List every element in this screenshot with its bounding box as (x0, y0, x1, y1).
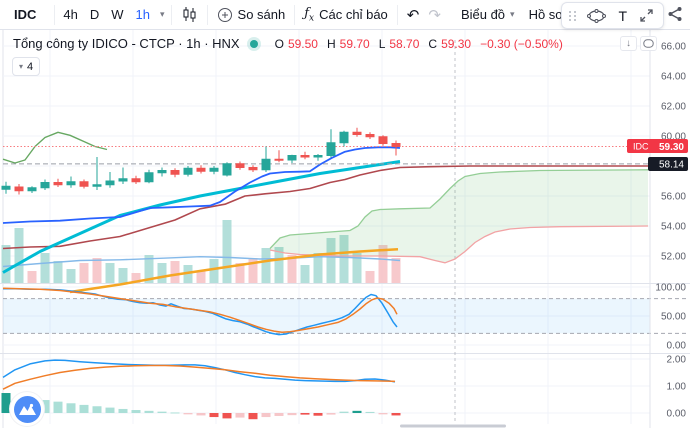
svg-text:66.00: 66.00 (661, 42, 686, 53)
indicators-button[interactable]: ƒx Các chỉ báo (297, 0, 395, 29)
chart-menu-label: Biểu đồ (460, 7, 506, 22)
floating-draw-toolbar: T (561, 2, 664, 29)
share-button[interactable] (661, 5, 689, 26)
text-tool-button[interactable]: T (616, 3, 629, 28)
arrow-down-icon: ↓ (626, 38, 631, 49)
svg-text:54.00: 54.00 (661, 222, 686, 233)
svg-text:62.00: 62.00 (661, 102, 686, 113)
indicators-collapse-chip[interactable]: ▾ 4 (12, 57, 41, 76)
svg-text:50.00: 50.00 (661, 312, 686, 323)
svg-text:IDC: IDC (633, 142, 649, 152)
broker-logo (10, 392, 44, 426)
axis-mini-buttons: ↓ (620, 36, 657, 51)
timeframe-4h[interactable]: 4h (57, 0, 83, 29)
compare-label: So sánh (237, 7, 286, 22)
svg-text:52.00: 52.00 (661, 252, 686, 263)
mountain-logo-icon (13, 395, 41, 423)
open-value: 59.50 (287, 36, 318, 51)
chart-menu-button[interactable]: Biểu đồ ▾ (454, 0, 522, 29)
high-value: 59.70 (339, 36, 370, 51)
chevron-down-icon: ▾ (160, 9, 165, 19)
h-scrollbar[interactable] (400, 424, 506, 428)
timeframe-menu-button[interactable]: ▾ (156, 0, 169, 29)
symbol-button[interactable]: IDC (0, 0, 52, 29)
chevron-down-icon: ▾ (19, 61, 24, 71)
undo-icon: ↶ (406, 6, 420, 24)
close-label: C (428, 36, 438, 51)
toolbar-separator (396, 4, 398, 25)
chart-canvas[interactable]: 66.0064.0062.0060.0056.0054.0052.00100.0… (0, 0, 690, 428)
ellipse-tool-button[interactable] (585, 3, 608, 28)
svg-text:100.00: 100.00 (655, 283, 686, 294)
symbol-label: IDC (14, 7, 37, 22)
indicators-label: Các chỉ báo (319, 7, 388, 22)
fx-icon: ƒx (304, 5, 315, 24)
svg-text:1.00: 1.00 (667, 382, 687, 393)
svg-text:58.14: 58.14 (659, 160, 684, 171)
chevron-down-icon: ▾ (510, 9, 515, 19)
chart-style-button[interactable] (174, 0, 205, 29)
share-icon (668, 7, 682, 21)
svg-text:0.00: 0.00 (667, 341, 687, 352)
close-value: 59.30 (441, 36, 472, 51)
toolbar-separator (206, 4, 208, 25)
fullscreen-icon (640, 9, 653, 22)
high-label: H (326, 36, 336, 51)
candlestick-icon (183, 7, 196, 22)
reset-scale-icon (643, 39, 654, 48)
timeframe-w[interactable]: W (105, 0, 129, 29)
scroll-down-button[interactable]: ↓ (620, 36, 637, 51)
svg-text:59.30: 59.30 (659, 142, 684, 153)
chart-title: Tổng công ty IDICO - CTCP · 1h · HNX (13, 36, 240, 51)
plus-circle-icon (217, 7, 232, 22)
toolbar-separator (294, 4, 296, 25)
market-status-icon (249, 39, 258, 48)
svg-text:56.00: 56.00 (661, 192, 686, 203)
toolbar-separator (170, 4, 172, 25)
undo-button[interactable]: ↶ (400, 0, 427, 29)
profile-menu-label: Hồ sơ (528, 7, 564, 22)
text-tool-icon: T (618, 7, 627, 24)
timeframe-1h[interactable]: 1h (130, 0, 156, 29)
change-value: −0.30 (−0.50%) (480, 36, 563, 51)
open-label: O (274, 36, 284, 51)
svg-text:0.00: 0.00 (667, 409, 687, 420)
indicator-count: 4 (27, 60, 34, 73)
reset-scale-button[interactable] (640, 36, 657, 51)
low-value: 58.70 (389, 36, 420, 51)
svg-text:2.00: 2.00 (667, 355, 687, 366)
redo-button[interactable]: ↷ (426, 0, 448, 29)
toolbar-separator (54, 4, 56, 25)
low-label: L (378, 36, 386, 51)
svg-text:64.00: 64.00 (661, 72, 686, 83)
fullscreen-button[interactable] (637, 3, 656, 28)
compare-button[interactable]: So sánh (210, 0, 293, 29)
drag-handle-icon[interactable] (569, 10, 577, 21)
ellipse-icon (587, 8, 607, 23)
timeframe-d[interactable]: D (84, 0, 105, 29)
chart-legend[interactable]: Tổng công ty IDICO - CTCP · 1h · HNX O 59… (13, 36, 563, 51)
redo-icon: ↷ (428, 6, 441, 24)
